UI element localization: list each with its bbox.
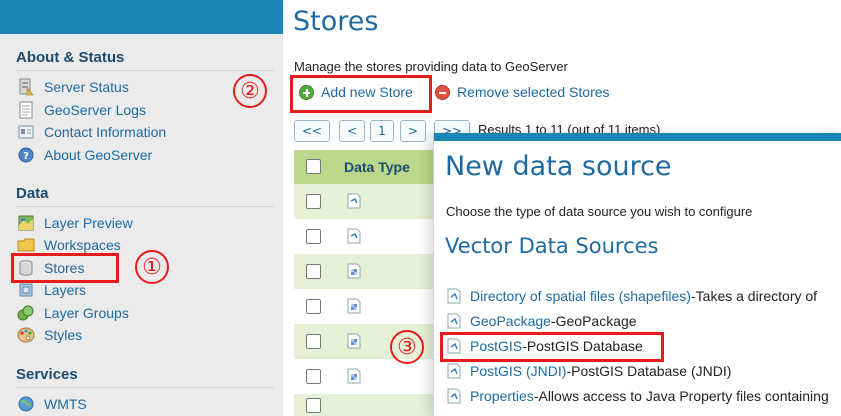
row-checkbox[interactable]	[306, 299, 321, 314]
annotation-box-stores	[11, 253, 119, 283]
table-row	[294, 289, 454, 324]
section-title-data: Data	[16, 185, 49, 202]
sidebar-item-workspaces[interactable]: Workspaces	[16, 235, 121, 255]
pager-next-button[interactable]: >	[400, 120, 426, 142]
remove-icon	[435, 84, 450, 100]
source-description: PostGIS Database (JNDI)	[571, 363, 732, 379]
sidebar-item-label: Contact Information	[44, 124, 167, 140]
page-title: Stores	[293, 6, 379, 37]
raster-store-icon	[347, 368, 361, 384]
sidebar-item-label: Workspaces	[44, 237, 121, 253]
server-status-icon	[16, 78, 36, 96]
panel-description: Choose the type of data source you wish …	[446, 204, 753, 219]
table-row	[294, 324, 454, 359]
svg-text:?: ?	[23, 151, 29, 162]
row-checkbox[interactable]	[306, 264, 321, 279]
source-item-postgis-jndi: PostGIS (JNDI) - PostGIS Database (JNDI)	[446, 361, 731, 381]
annotation-box-add-store	[290, 75, 432, 113]
sidebar-item-wmts[interactable]: WMTS	[16, 394, 87, 414]
source-description: Takes a directory of	[695, 288, 818, 304]
palette-icon	[16, 326, 36, 344]
vector-source-icon	[447, 388, 461, 404]
layer-preview-icon	[16, 214, 36, 232]
annotation-box-postgis	[440, 332, 664, 362]
source-item-properties: Properties - Allows access to Java Prope…	[446, 386, 829, 406]
sidebar-item-contact-information[interactable]: Contact Information	[16, 122, 166, 142]
sidebar-item-layers[interactable]: Layers	[16, 280, 86, 300]
source-link-geopackage[interactable]: GeoPackage	[470, 313, 551, 329]
sidebar-item-label: Layers	[44, 282, 87, 298]
raster-store-icon	[347, 263, 361, 279]
table-row	[294, 254, 454, 289]
raster-store-icon	[347, 298, 361, 314]
annotation-step-3: ③	[390, 330, 424, 364]
globe-icon	[16, 395, 36, 413]
section-title-services: Services	[16, 366, 78, 383]
remove-selected-stores-label: Remove selected Stores	[457, 84, 610, 100]
section-title-about: About & Status	[16, 49, 125, 66]
panel-title: New data source	[445, 151, 672, 182]
section-divider	[16, 70, 274, 71]
sidebar-item-layer-preview[interactable]: Layer Preview	[16, 213, 133, 233]
annotation-step-1: ①	[135, 250, 169, 284]
layer-groups-icon	[16, 304, 36, 322]
sidebar-item-label: GeoServer Logs	[44, 102, 146, 118]
raster-store-icon	[347, 333, 361, 349]
source-description: Allows access to Java Property files con…	[538, 388, 829, 404]
sidebar-item-geoserver-logs[interactable]: GeoServer Logs	[16, 100, 146, 120]
row-checkbox[interactable]	[306, 369, 321, 384]
contact-card-icon	[16, 123, 36, 141]
table-row	[294, 184, 454, 219]
table-row	[294, 394, 454, 416]
stores-table-header: Data Type	[294, 150, 454, 184]
pager-page-1-button[interactable]: 1	[370, 120, 394, 142]
new-data-source-panel: New data source Choose the type of data …	[433, 133, 841, 416]
source-item-geopackage: GeoPackage - GeoPackage	[446, 311, 637, 331]
row-checkbox[interactable]	[306, 229, 321, 244]
source-description: GeoPackage	[555, 313, 637, 329]
vector-source-icon	[447, 363, 461, 379]
layers-icon	[16, 281, 36, 299]
row-checkbox[interactable]	[306, 334, 321, 349]
row-checkbox[interactable]	[306, 194, 321, 209]
table-row	[294, 359, 454, 394]
source-item-shapefiles: Directory of spatial files (shapefiles) …	[446, 286, 817, 306]
sidebar-item-about-geoserver[interactable]: ? About GeoServer	[16, 145, 152, 165]
select-all-checkbox[interactable]	[306, 159, 321, 174]
sidebar-item-layer-groups[interactable]: Layer Groups	[16, 303, 129, 323]
vector-store-icon	[347, 228, 361, 244]
sidebar: About & Status Server Status GeoServer L…	[0, 0, 283, 416]
sidebar-header-bar	[0, 0, 283, 34]
column-header-data-type[interactable]: Data Type	[344, 159, 410, 175]
source-link-postgis-jndi[interactable]: PostGIS (JNDI)	[470, 363, 566, 379]
page-description: Manage the stores providing data to GeoS…	[294, 59, 568, 74]
vector-store-icon	[347, 193, 361, 209]
table-row	[294, 219, 454, 254]
source-link-properties[interactable]: Properties	[470, 388, 534, 404]
sidebar-item-label: About GeoServer	[44, 147, 153, 163]
sidebar-item-label: Styles	[44, 327, 83, 343]
annotation-step-2: ②	[233, 74, 267, 108]
sidebar-item-label: Layer Preview	[44, 215, 133, 231]
sidebar-item-styles[interactable]: Styles	[16, 325, 82, 345]
help-circle-icon: ?	[16, 146, 36, 164]
pager-prev-button[interactable]: <	[339, 120, 365, 142]
source-link-shapefiles[interactable]: Directory of spatial files (shapefiles)	[470, 288, 691, 304]
vector-source-icon	[447, 288, 461, 304]
folder-icon	[16, 236, 36, 254]
sidebar-item-label: Server Status	[44, 79, 129, 95]
sidebar-item-server-status[interactable]: Server Status	[16, 77, 129, 97]
sidebar-item-label: Layer Groups	[44, 305, 129, 321]
remove-selected-stores-button[interactable]: Remove selected Stores	[435, 84, 610, 100]
row-checkbox[interactable]	[306, 398, 321, 413]
pager-first-button[interactable]: <<	[294, 120, 330, 142]
sidebar-item-label: WMTS	[44, 396, 87, 412]
section-divider	[16, 387, 274, 388]
section-divider	[16, 206, 274, 207]
vector-source-icon	[447, 313, 461, 329]
vector-data-sources-heading: Vector Data Sources	[445, 234, 659, 258]
panel-header-bar	[434, 133, 841, 141]
logs-icon	[16, 101, 36, 119]
